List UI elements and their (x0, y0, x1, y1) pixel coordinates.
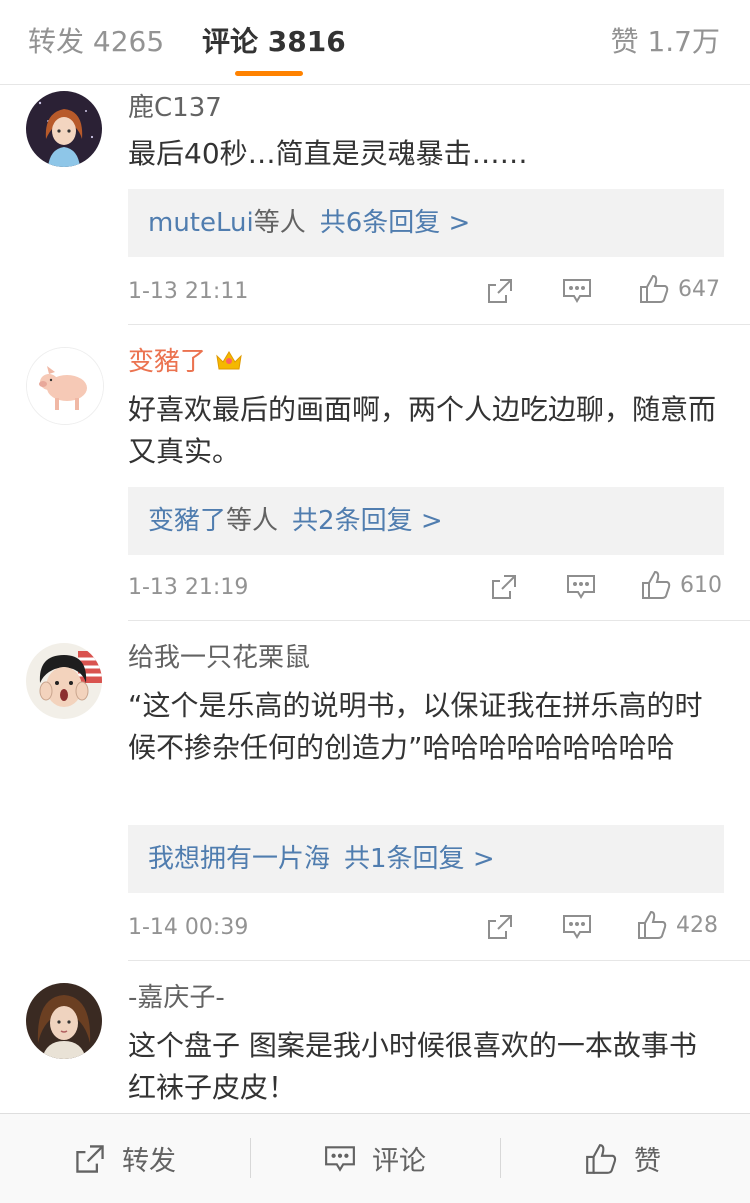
tab-likes[interactable]: 赞 1.7万 (611, 22, 720, 62)
reply-button[interactable] (562, 277, 592, 305)
active-tab-indicator (235, 71, 303, 76)
like-count: 610 (680, 572, 722, 598)
comment-label: 评论 (372, 1146, 426, 1177)
comment-button[interactable]: 评论 (324, 1114, 426, 1203)
comment-text: “这个是乐高的说明书，以保证我在拼乐高的时候不掺杂任何的创造力”哈哈哈哈哈哈哈哈… (128, 689, 703, 764)
comment-username[interactable]: 变豬了 (128, 345, 244, 379)
reply-user-link[interactable]: muteLui (148, 208, 254, 238)
comment-icon (563, 915, 591, 939)
like-count: 647 (678, 276, 720, 302)
divider (500, 1138, 501, 1178)
like-count: 428 (676, 912, 718, 938)
thumbs-up-icon (640, 274, 669, 303)
comment-item: 鹿C137 最后40秒…简直是灵魂暴击…… muteLui等人 共6条回复 > 1… (0, 85, 750, 325)
comment-text: 好喜欢最后的画面啊，两个人边吃边聊，随意而又真实。 (128, 393, 717, 468)
username-text: 变豬了 (128, 347, 207, 377)
tab-repost[interactable]: 转发 4265 (28, 22, 164, 62)
share-button[interactable] (486, 277, 514, 305)
comment-item: -嘉庆子- 这个盘子 图案是我小时候很喜欢的一本故事书 红袜子皮皮！ (0, 961, 750, 1113)
comment-icon (563, 279, 591, 303)
reply-count-link[interactable]: 共1条回复 > (344, 844, 495, 874)
vip-crown-icon (214, 347, 244, 371)
comment-text: 最后40秒…简直是灵魂暴击…… (128, 137, 528, 170)
reply-user-link[interactable]: 变豬了 (148, 506, 226, 536)
share-icon (488, 279, 512, 303)
avatar[interactable] (26, 983, 102, 1059)
reply-preview[interactable]: 变豬了等人 共2条回复 > (128, 487, 724, 555)
comment-icon (325, 1145, 355, 1172)
share-icon (76, 1144, 104, 1173)
reply-count-link[interactable]: 共6条回复 > (320, 208, 471, 238)
repost-button[interactable]: 转发 (74, 1114, 176, 1203)
share-button[interactable] (486, 913, 514, 941)
thumbs-up-icon (638, 910, 667, 939)
reply-button[interactable] (566, 573, 596, 601)
avatar[interactable] (26, 347, 104, 425)
share-icon (492, 575, 516, 599)
reply-preview[interactable]: 我想拥有一片海 共1条回复 > (128, 825, 724, 893)
like-post-button[interactable]: 赞 (584, 1114, 661, 1203)
comment-icon (567, 575, 595, 599)
thumbs-up-icon (586, 1143, 617, 1174)
comment-timestamp: 1-14 00:39 (128, 915, 249, 940)
comment-username[interactable]: 给我一只花栗鼠 (128, 641, 310, 675)
bottom-action-bar: 转发 评论 赞 (0, 1113, 750, 1203)
tab-comments[interactable]: 评论 3816 (202, 22, 346, 62)
comment-timestamp: 1-13 21:11 (128, 279, 249, 304)
comment-username[interactable]: 鹿C137 (128, 91, 222, 125)
comment-text: 这个盘子 图案是我小时候很喜欢的一本故事书 红袜子皮皮！ (128, 1029, 697, 1104)
share-button[interactable] (490, 573, 518, 601)
reply-preview[interactable]: muteLui等人 共6条回复 > (128, 189, 724, 257)
divider (250, 1138, 251, 1178)
comment-timestamp: 1-13 21:19 (128, 575, 249, 600)
like-button[interactable]: 428 (636, 909, 718, 941)
repost-label: 转发 (122, 1146, 176, 1177)
reply-suffix: 等人 (253, 208, 306, 238)
comment-tabs: 转发 4265 评论 3816 赞 1.7万 (0, 0, 750, 85)
share-icon (488, 915, 512, 939)
reply-suffix: 等人 (226, 506, 279, 536)
like-button[interactable]: 647 (638, 273, 720, 305)
comment-item: 给我一只花栗鼠 “这个是乐高的说明书，以保证我在拼乐高的时候不掺杂任何的创造力”… (0, 621, 750, 961)
reply-user-link[interactable]: 我想拥有一片海 (148, 844, 330, 874)
avatar[interactable] (26, 91, 102, 167)
like-button[interactable]: 610 (640, 569, 722, 601)
avatar[interactable] (26, 643, 102, 719)
comment-list: 鹿C137 最后40秒…简直是灵魂暴击…… muteLui等人 共6条回复 > 1… (0, 85, 750, 1113)
like-label: 赞 (634, 1146, 661, 1177)
comment-item: 变豬了 好喜欢最后的画面啊，两个人边吃边聊，随意而又真实。 变豬了等人 共2条回复… (0, 325, 750, 621)
comment-username[interactable]: -嘉庆子- (128, 981, 225, 1015)
thumbs-up-icon (642, 570, 671, 599)
reply-count-link[interactable]: 共2条回复 > (292, 506, 443, 536)
reply-button[interactable] (562, 913, 592, 941)
